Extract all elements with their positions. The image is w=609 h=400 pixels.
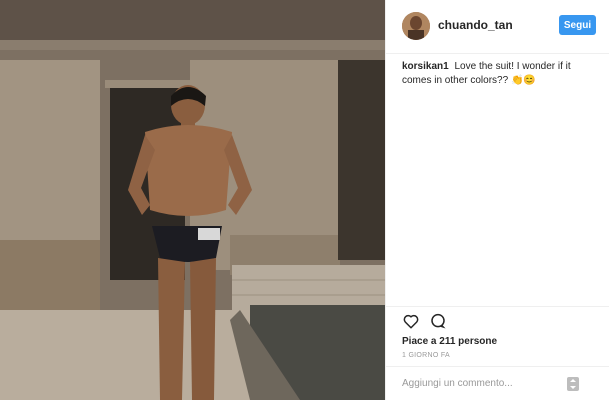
comment-input[interactable] — [402, 375, 562, 391]
add-comment-bar — [386, 366, 609, 400]
more-options-icon[interactable] — [567, 377, 579, 391]
post-side-panel: chuando_tan Segui korsikan1 Love the sui… — [385, 0, 609, 400]
heart-outline-icon[interactable] — [402, 312, 422, 332]
post-photo[interactable] — [0, 0, 385, 400]
follow-button[interactable]: Segui — [559, 15, 596, 35]
likes-count[interactable]: Piace a 211 persone — [402, 336, 497, 347]
avatar[interactable] — [402, 12, 430, 40]
actions-divider — [386, 306, 609, 308]
post-header: chuando_tan Segui — [386, 0, 609, 54]
post-timestamp[interactable]: 1 GIORNO FA — [402, 352, 450, 359]
comment-username[interactable]: korsikan1 — [402, 61, 449, 72]
comment: korsikan1 Love the suit! I wonder if it … — [402, 60, 598, 88]
speech-bubble-icon[interactable] — [429, 312, 449, 332]
post-author-username[interactable]: chuando_tan — [438, 18, 513, 32]
